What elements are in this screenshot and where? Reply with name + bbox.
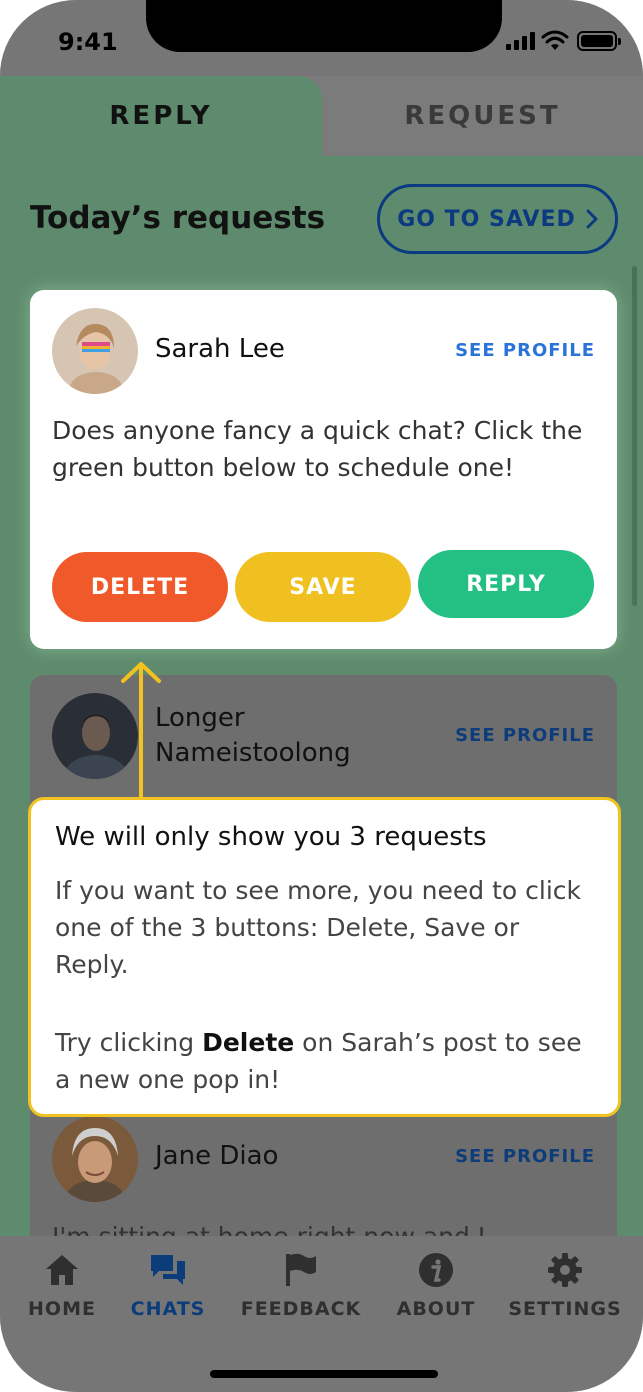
tab-reply[interactable]: REPLY	[0, 76, 322, 156]
arrow-up-icon	[121, 662, 161, 683]
flag-icon	[281, 1250, 321, 1290]
chats-icon	[148, 1250, 188, 1290]
status-time: 9:41	[58, 28, 118, 56]
request-card-sarah: Sarah Lee SEE PROFILE Does anyone fancy …	[30, 290, 617, 649]
home-icon	[42, 1250, 82, 1290]
pointer-arrow-line	[139, 665, 143, 800]
save-button[interactable]: SAVE	[235, 552, 411, 622]
tooltip-title: We will only show you 3 requests	[55, 822, 487, 852]
onboarding-tooltip: We will only show you 3 requests If you …	[28, 797, 621, 1117]
nav-label-feedback: FEEDBACK	[240, 1298, 362, 1320]
avatar	[52, 1116, 138, 1202]
tooltip-paragraph-1: If you want to see more, you need to cli…	[55, 876, 582, 979]
scrollbar[interactable]	[632, 266, 637, 606]
notch	[146, 0, 502, 52]
avatar	[52, 308, 138, 394]
requester-name-line2: Nameistoolong	[155, 738, 351, 768]
nav-item-settings[interactable]: SETTINGS	[508, 1250, 622, 1330]
nav-label-settings: SETTINGS	[508, 1298, 622, 1320]
info-icon	[416, 1250, 456, 1290]
status-bar: 9:41	[0, 0, 643, 76]
chevron-right-icon	[586, 209, 598, 229]
tooltip-paragraph-2: Try clicking Delete on Sarah’s post to s…	[55, 1024, 595, 1098]
requester-name: Sarah Lee	[155, 334, 285, 364]
requester-name: Jane Diao	[155, 1141, 279, 1171]
see-profile-link[interactable]: SEE PROFILE	[455, 725, 595, 746]
avatar	[52, 693, 138, 779]
go-to-saved-button[interactable]: GO TO SAVED	[377, 184, 618, 254]
tab-request[interactable]: REQUEST	[322, 76, 643, 156]
request-message: Does anyone fancy a quick chat? Click th…	[52, 416, 583, 482]
nav-label-chats: CHATS	[130, 1298, 206, 1320]
nav-item-feedback[interactable]: FEEDBACK	[240, 1250, 362, 1330]
nav-item-home[interactable]: HOME	[26, 1250, 98, 1330]
go-to-saved-label: GO TO SAVED	[397, 206, 576, 232]
requester-name-line1: Longer	[155, 703, 245, 733]
see-profile-link[interactable]: SEE PROFILE	[455, 1146, 595, 1167]
wifi-icon	[541, 30, 569, 50]
nav-item-chats[interactable]: CHATS	[128, 1250, 208, 1330]
signal-icon	[506, 32, 536, 50]
top-tabs: REPLY REQUEST	[0, 76, 643, 156]
phone-frame: 9:41 REPLY REQUEST Today’s requests GO T…	[0, 0, 643, 1392]
nav-label-home: HOME	[28, 1298, 96, 1320]
battery-icon	[577, 31, 621, 51]
tooltip-text-bold: Delete	[202, 1028, 295, 1057]
nav-item-about[interactable]: ABOUT	[394, 1250, 478, 1330]
page-title: Today’s requests	[30, 200, 326, 236]
gear-icon	[545, 1250, 585, 1290]
home-indicator[interactable]	[210, 1370, 438, 1378]
see-profile-link[interactable]: SEE PROFILE	[455, 340, 595, 361]
nav-label-about: ABOUT	[396, 1298, 476, 1320]
tooltip-text-before: Try clicking	[55, 1028, 203, 1057]
delete-button[interactable]: DELETE	[52, 552, 228, 622]
reply-button[interactable]: REPLY	[418, 550, 594, 618]
bottom-nav: HOME CHATS FEEDBACK ABOUT SETTINGS	[0, 1236, 643, 1392]
